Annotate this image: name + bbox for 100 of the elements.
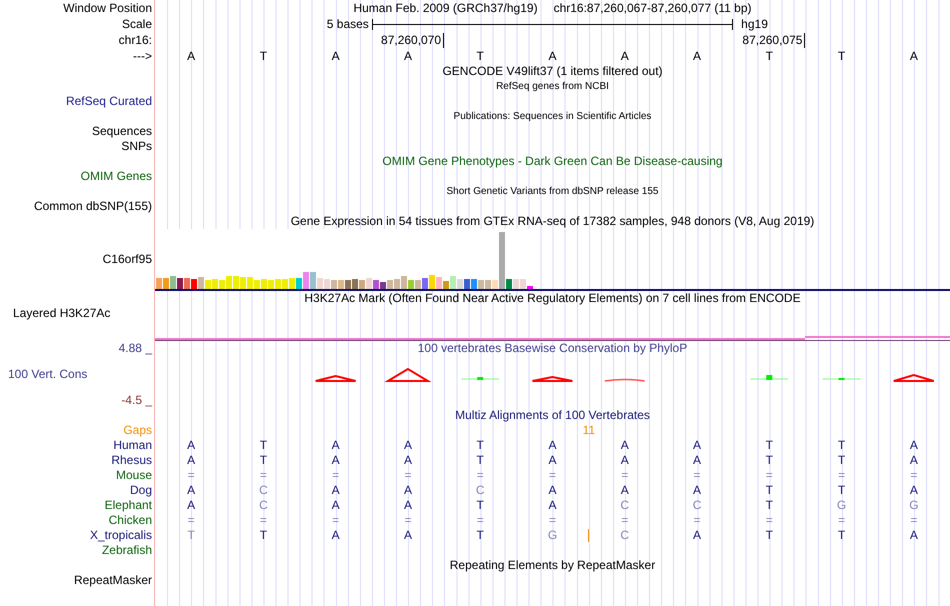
alignment-base: = — [694, 468, 701, 483]
track-label[interactable]: SNPs — [0, 139, 152, 154]
track-title: OMIM Gene Phenotypes - Dark Green Can Be Disease-causing — [381, 154, 724, 169]
alignment-base: = — [548, 513, 556, 528]
alignment-base: A — [332, 528, 340, 543]
alignment-base: = — [621, 513, 628, 528]
strand-arrow: ---> — [132, 48, 152, 64]
alignment-base: = — [621, 468, 628, 483]
alignment-base: A — [187, 483, 196, 498]
alignment-base: A — [620, 453, 629, 468]
alignment-base: A — [548, 438, 556, 453]
species-label[interactable]: Rhesus — [0, 453, 152, 468]
alignment-base: T — [766, 528, 773, 543]
position-tick: 87,260,075 — [742, 32, 806, 48]
alignment-base: T — [766, 438, 773, 453]
alignment-base: T — [766, 453, 773, 468]
alignment-base: G — [836, 498, 846, 513]
alignment-base: T — [766, 483, 773, 498]
row-label: chr16: — [118, 32, 152, 48]
alignment-base: A — [910, 438, 918, 453]
track-label[interactable]: RepeatMasker — [0, 573, 152, 588]
alignment-base: = — [188, 468, 195, 483]
alignment-base: A — [548, 453, 556, 468]
species-label[interactable]: Zebrafish — [0, 543, 152, 558]
alignment-base: G — [548, 528, 558, 543]
alignment-base: A — [910, 453, 918, 468]
alignment-base: T — [838, 453, 846, 468]
alignment-base: = — [910, 513, 918, 528]
track-title: Gene Expression in 54 tissues from GTEx RNA-seq of 17382 samples, 948 donors (V8, Aug 2019) — [290, 214, 816, 229]
track-label[interactable]: C16orf95 — [0, 252, 152, 267]
base-letter: A — [332, 48, 340, 64]
alignment-base: = — [188, 513, 195, 528]
track-label[interactable]: Common dbSNP(155) — [0, 199, 152, 214]
alignment-base: = — [404, 468, 412, 483]
alignment-base: A — [620, 483, 629, 498]
alignment-base: G — [909, 498, 919, 513]
track-title: GENCODE V49lift37 (1 items filtered out) — [441, 64, 664, 79]
alignment-base: A — [910, 483, 918, 498]
track-title: RefSeq genes from NCBI — [495, 80, 610, 94]
track-label[interactable]: OMIM Genes — [0, 169, 152, 184]
alignment-base: A — [332, 498, 340, 513]
alignment-base: = — [476, 513, 484, 528]
alignment-base: = — [910, 468, 918, 483]
alignment-base: A — [332, 483, 340, 498]
species-label[interactable]: Dog — [0, 483, 152, 498]
alignment-base: C — [259, 498, 268, 513]
alignment-base: A — [548, 483, 556, 498]
species-label[interactable]: Human — [0, 438, 152, 453]
alignment-base: A — [404, 438, 412, 453]
track-label[interactable]: RefSeq Curated — [0, 94, 152, 109]
base-letter: A — [548, 48, 556, 64]
axis-min-label: -4.5 _ — [120, 393, 152, 408]
alignment-base: C — [620, 498, 630, 513]
track-title: H3K27Ac Mark (Often Found Near Active Regulatory Elements) on 7 cell lines from ENCODE — [303, 291, 802, 306]
row-label[interactable]: Scale — [0, 16, 152, 32]
gap-count: 11 — [582, 423, 596, 438]
insertion-mark — [588, 529, 589, 542]
base-letter: A — [187, 48, 196, 64]
alignment-base: = — [332, 468, 340, 483]
alignment-base: = — [332, 513, 340, 528]
species-label[interactable]: Chicken — [0, 513, 152, 528]
alignment-base: T — [260, 528, 268, 543]
species-label[interactable]: X_tropicalis — [0, 528, 152, 543]
assembly-title: Human Feb. 2009 (GRCh37/hg19) — [353, 0, 538, 16]
alignment-base: T — [260, 438, 268, 453]
alignment-base: T — [476, 438, 484, 453]
alignment-base: A — [404, 528, 412, 543]
base-letter: A — [693, 48, 702, 64]
base-letter: A — [620, 48, 629, 64]
alignment-base: A — [404, 498, 412, 513]
track-label[interactable]: Sequences — [0, 124, 152, 139]
row-label: Window Position — [62, 0, 152, 16]
alignment-base: A — [187, 453, 196, 468]
alignment-base: C — [259, 483, 268, 498]
base-letter: T — [838, 48, 846, 64]
species-label[interactable]: Mouse — [0, 468, 152, 483]
alignment-base: T — [476, 453, 484, 468]
alignment-base: A — [548, 498, 556, 513]
alignment-base: T — [838, 483, 846, 498]
alignment-base: T — [838, 438, 846, 453]
base-letter: T — [476, 48, 484, 64]
track-label[interactable]: 100 Vert. Cons — [8, 367, 152, 382]
alignment-base: T — [187, 528, 195, 543]
base-letter: A — [404, 48, 412, 64]
base-letter: T — [260, 48, 268, 64]
species-label[interactable]: Elephant — [0, 498, 152, 513]
alignment-base: = — [838, 513, 846, 528]
alignment-base: A — [332, 438, 340, 453]
alignment-base: = — [476, 468, 484, 483]
alignment-base: A — [693, 528, 702, 543]
alignment-base: A — [332, 453, 340, 468]
track-title: Short Genetic Variants from dbSNP release 155 — [446, 185, 660, 199]
track-label[interactable]: Layered H3K27Ac — [13, 306, 152, 321]
alignment-base: = — [404, 513, 412, 528]
alignment-base: T — [476, 528, 484, 543]
alignment-base: T — [476, 498, 484, 513]
base-letter: A — [910, 48, 918, 64]
alignment-base: = — [766, 468, 773, 483]
alignment-base: C — [620, 528, 630, 543]
alignment-base: = — [260, 468, 267, 483]
